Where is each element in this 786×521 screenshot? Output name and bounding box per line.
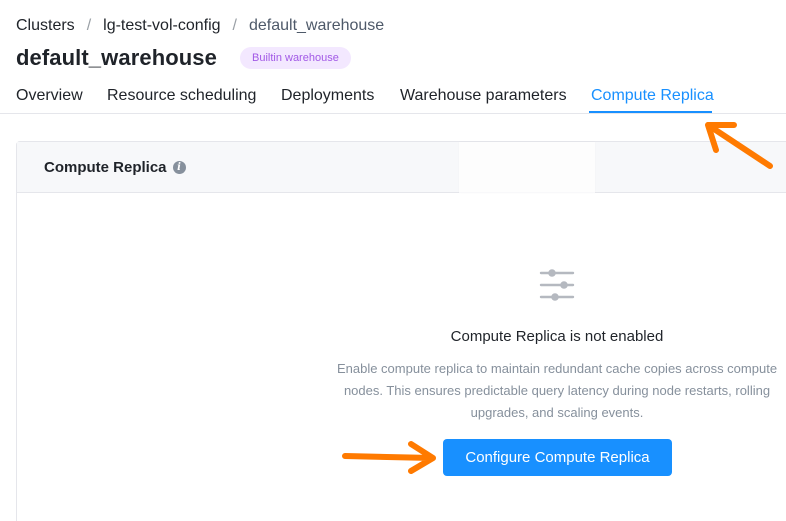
breadcrumb-current: default_warehouse bbox=[248, 17, 385, 34]
empty-state-title: Compute Replica is not enabled bbox=[450, 328, 664, 345]
page-title: default_warehouse bbox=[16, 45, 217, 70]
tab-resource-scheduling[interactable]: Resource scheduling bbox=[107, 87, 256, 105]
title-row: default_warehouse Builtin warehouse bbox=[16, 45, 351, 71]
tab-overview[interactable]: Overview bbox=[16, 87, 83, 105]
panel-title: Compute Replica bbox=[44, 158, 167, 176]
builtin-badge: Builtin warehouse bbox=[239, 47, 351, 69]
breadcrumb-cluster-name[interactable]: lg-test-vol-config bbox=[103, 17, 220, 35]
header-overlay bbox=[459, 142, 595, 193]
breadcrumb-separator: / bbox=[86, 17, 92, 34]
configure-compute-replica-button[interactable]: Configure Compute Replica bbox=[443, 439, 672, 476]
empty-state-description-line: upgrades, and scaling events. bbox=[470, 405, 644, 420]
tab-bar: Overview Resource scheduling Deployments… bbox=[0, 80, 786, 114]
panel-header: Compute Replica i bbox=[17, 142, 786, 193]
active-tab-underline bbox=[589, 111, 712, 113]
breadcrumb-clusters[interactable]: Clusters bbox=[16, 17, 75, 35]
tab-compute-replica[interactable]: Compute Replica bbox=[591, 87, 714, 105]
empty-state-description-line: nodes. This ensures predictable query la… bbox=[343, 383, 771, 398]
breadcrumb: Clusters / lg-test-vol-config / default_… bbox=[16, 17, 384, 35]
info-icon[interactable]: i bbox=[172, 160, 186, 174]
tab-deployments[interactable]: Deployments bbox=[281, 87, 374, 105]
sliders-icon bbox=[539, 269, 575, 301]
empty-state-description: Enable compute replica to maintain redun… bbox=[320, 358, 786, 424]
empty-state-description-line: Enable compute replica to maintain redun… bbox=[336, 361, 778, 376]
tab-warehouse-parameters[interactable]: Warehouse parameters bbox=[400, 87, 567, 105]
breadcrumb-separator: / bbox=[232, 17, 237, 34]
